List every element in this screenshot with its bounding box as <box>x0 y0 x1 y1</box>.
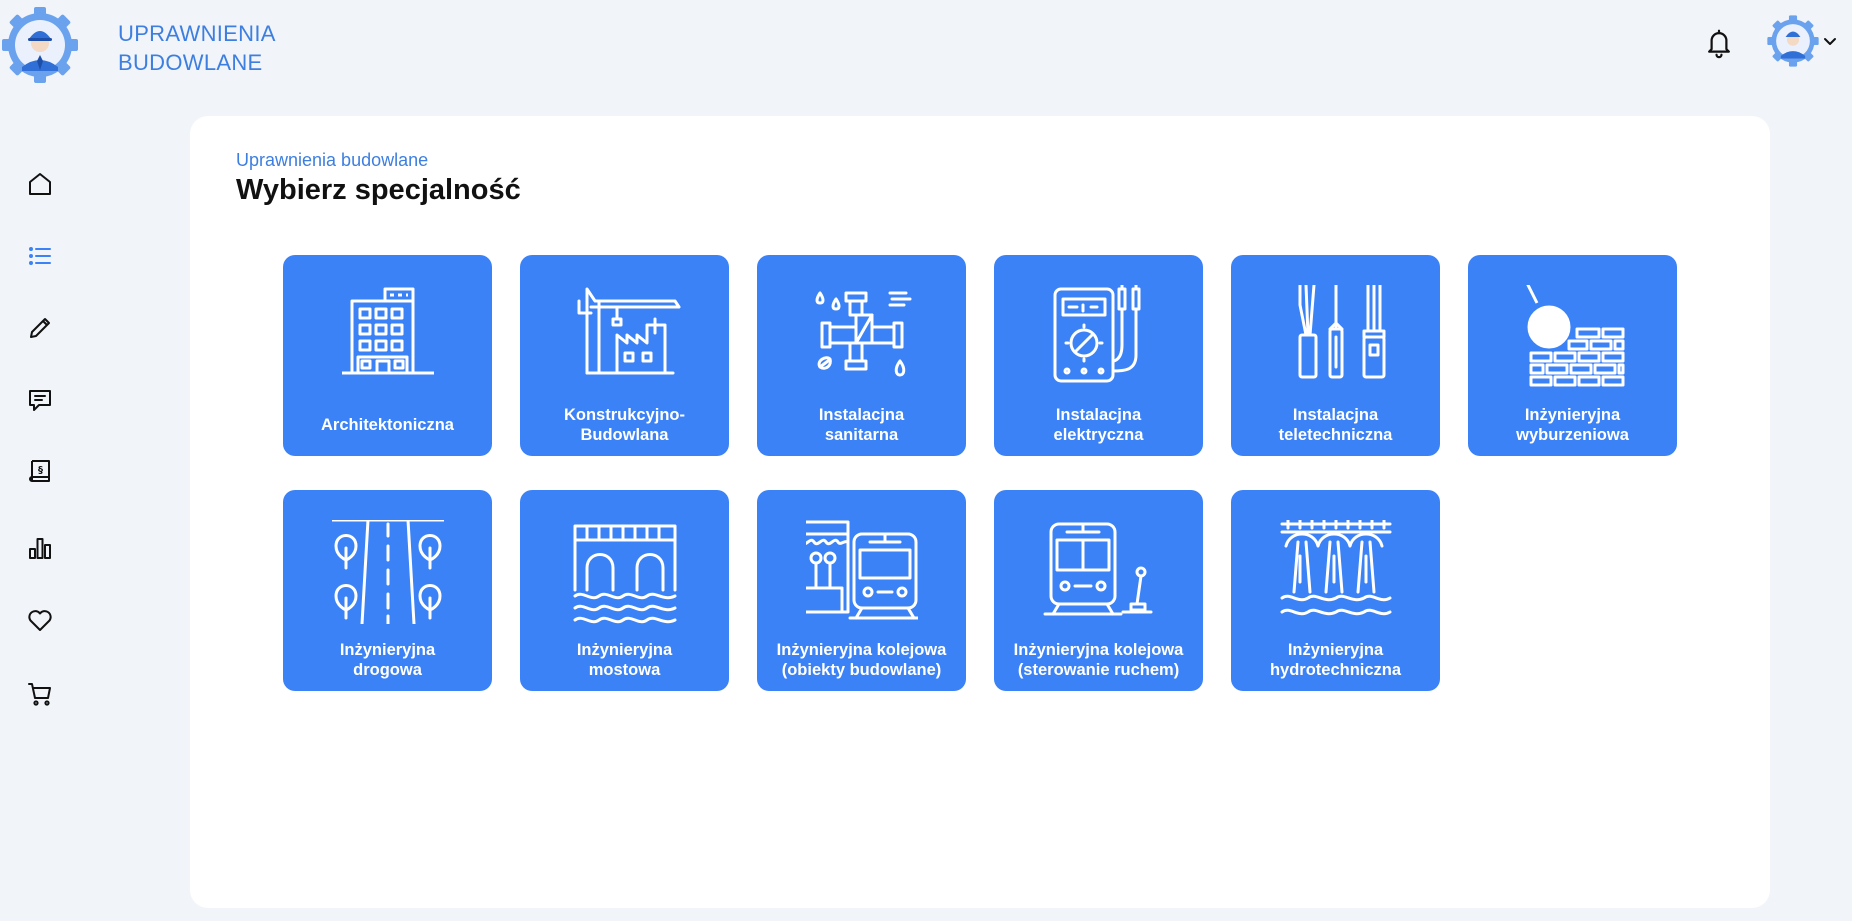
page-title: Wybierz specjalność <box>236 174 521 206</box>
engineer-avatar-icon <box>1767 15 1819 67</box>
specialty-tile-instalacjna-teletechniczna[interactable]: Instalacjna teletechniczna <box>1231 255 1440 456</box>
specialty-tile-inzynieryjna-mostowa[interactable]: Inżynieryjna mostowa <box>520 490 729 691</box>
specialty-label: Architektoniczna <box>321 416 454 434</box>
brand-line-1: UPRAWNIENIA <box>118 21 276 46</box>
heart-icon <box>28 610 52 631</box>
specialty-label: Instalacjna elektryczna <box>1053 406 1144 444</box>
pencil-icon <box>30 318 50 338</box>
list-icon <box>29 247 51 265</box>
specialty-label: Inżynieryjna kolejowa (sterowanie ruchem) <box>1013 641 1184 679</box>
building-icon <box>342 287 434 375</box>
crane-icon <box>577 287 681 375</box>
specialty-tile-inzynieryjna-kolejowa-obiekty[interactable]: Inżynieryjna kolejowa (obiekty budowlane) <box>757 490 966 691</box>
sidebar-item-home[interactable] <box>16 160 64 208</box>
chat-icon <box>29 390 51 411</box>
breadcrumb[interactable]: Uprawnienia budowlane <box>236 150 428 171</box>
specialty-tile-instalacjna-elektryczna[interactable]: Instalacjna elektryczna <box>994 255 1203 456</box>
multimeter-icon <box>1053 285 1141 383</box>
top-bar: UPRAWNIENIA BUDOWLANE <box>0 0 1852 96</box>
specialty-tile-instalacjna-sanitarna[interactable]: Instalacjna sanitarna <box>757 255 966 456</box>
app: UPRAWNIENIA BUDOWLANE § Uprawnienia budo… <box>0 0 1852 921</box>
specialty-label: Inżynieryjna drogowa <box>339 641 436 679</box>
sidebar-item-edit[interactable] <box>16 304 64 352</box>
specialty-label: Inżynieryjna mostowa <box>576 641 673 679</box>
home-icon <box>29 173 51 195</box>
specialty-tile-inzynieryjna-kolejowa-sterowanie[interactable]: Inżynieryjna kolejowa (sterowanie ruchem) <box>994 490 1203 691</box>
specialty-label: Inżynieryjna wyburzeniowa <box>1516 406 1629 444</box>
specialty-tile-inzynieryjna-drogowa[interactable]: Inżynieryjna drogowa <box>283 490 492 691</box>
sidebar-item-cart[interactable] <box>16 670 64 718</box>
specialty-label: Inżynieryjna hydrotechniczna <box>1269 641 1402 679</box>
brand-line-2: BUDOWLANE <box>118 50 263 75</box>
engineer-gear-logo-icon[interactable] <box>0 5 80 85</box>
specialty-label: Konstrukcyjno- Budowlana <box>563 406 685 444</box>
specialty-label: Inżynieryjna kolejowa (obiekty budowlane) <box>776 641 947 679</box>
svg-text:§: § <box>38 465 43 476</box>
bar-chart-icon <box>29 538 51 559</box>
specialty-label: Instalacjna sanitarna <box>818 406 905 444</box>
sidebar-item-law[interactable]: § <box>16 448 64 496</box>
specialty-tile-architektoniczna[interactable]: Architektoniczna <box>283 255 492 456</box>
chevron-down-icon <box>1824 38 1836 45</box>
sidebar-item-list[interactable] <box>16 232 64 280</box>
cart-icon <box>28 683 51 706</box>
bridge-icon <box>573 524 677 624</box>
pipes-icon <box>815 291 912 377</box>
specialty-tile-inzynieryjna-wyburzeniowa[interactable]: Inżynieryjna wyburzeniowa <box>1468 255 1677 456</box>
sidebar-item-stats[interactable] <box>16 524 64 572</box>
user-menu[interactable] <box>1766 14 1838 70</box>
cables-icon <box>1298 285 1386 379</box>
specialty-label: Instalacjna teletechniczna <box>1278 406 1393 444</box>
dam-icon <box>1280 520 1392 616</box>
bell-icon[interactable] <box>1704 27 1734 59</box>
law-book-icon: § <box>29 460 50 482</box>
wrecking-ball-icon <box>1526 285 1625 387</box>
specialty-tile-inzynieryjna-hydrotechniczna[interactable]: Inżynieryjna hydrotechniczna <box>1231 490 1440 691</box>
specialty-tile-konstrukcyjno-budowlana[interactable]: Konstrukcyjno- Budowlana <box>520 255 729 456</box>
sidebar-item-favorites[interactable] <box>16 596 64 644</box>
sidebar-item-messages[interactable] <box>16 376 64 424</box>
main-card: Uprawnienia budowlane Wybierz specjalnoś… <box>190 116 1770 908</box>
train-control-icon <box>1043 522 1153 616</box>
railway-station-icon <box>806 520 918 620</box>
brand-title[interactable]: UPRAWNIENIA BUDOWLANE <box>118 19 276 77</box>
road-icon <box>332 520 444 624</box>
